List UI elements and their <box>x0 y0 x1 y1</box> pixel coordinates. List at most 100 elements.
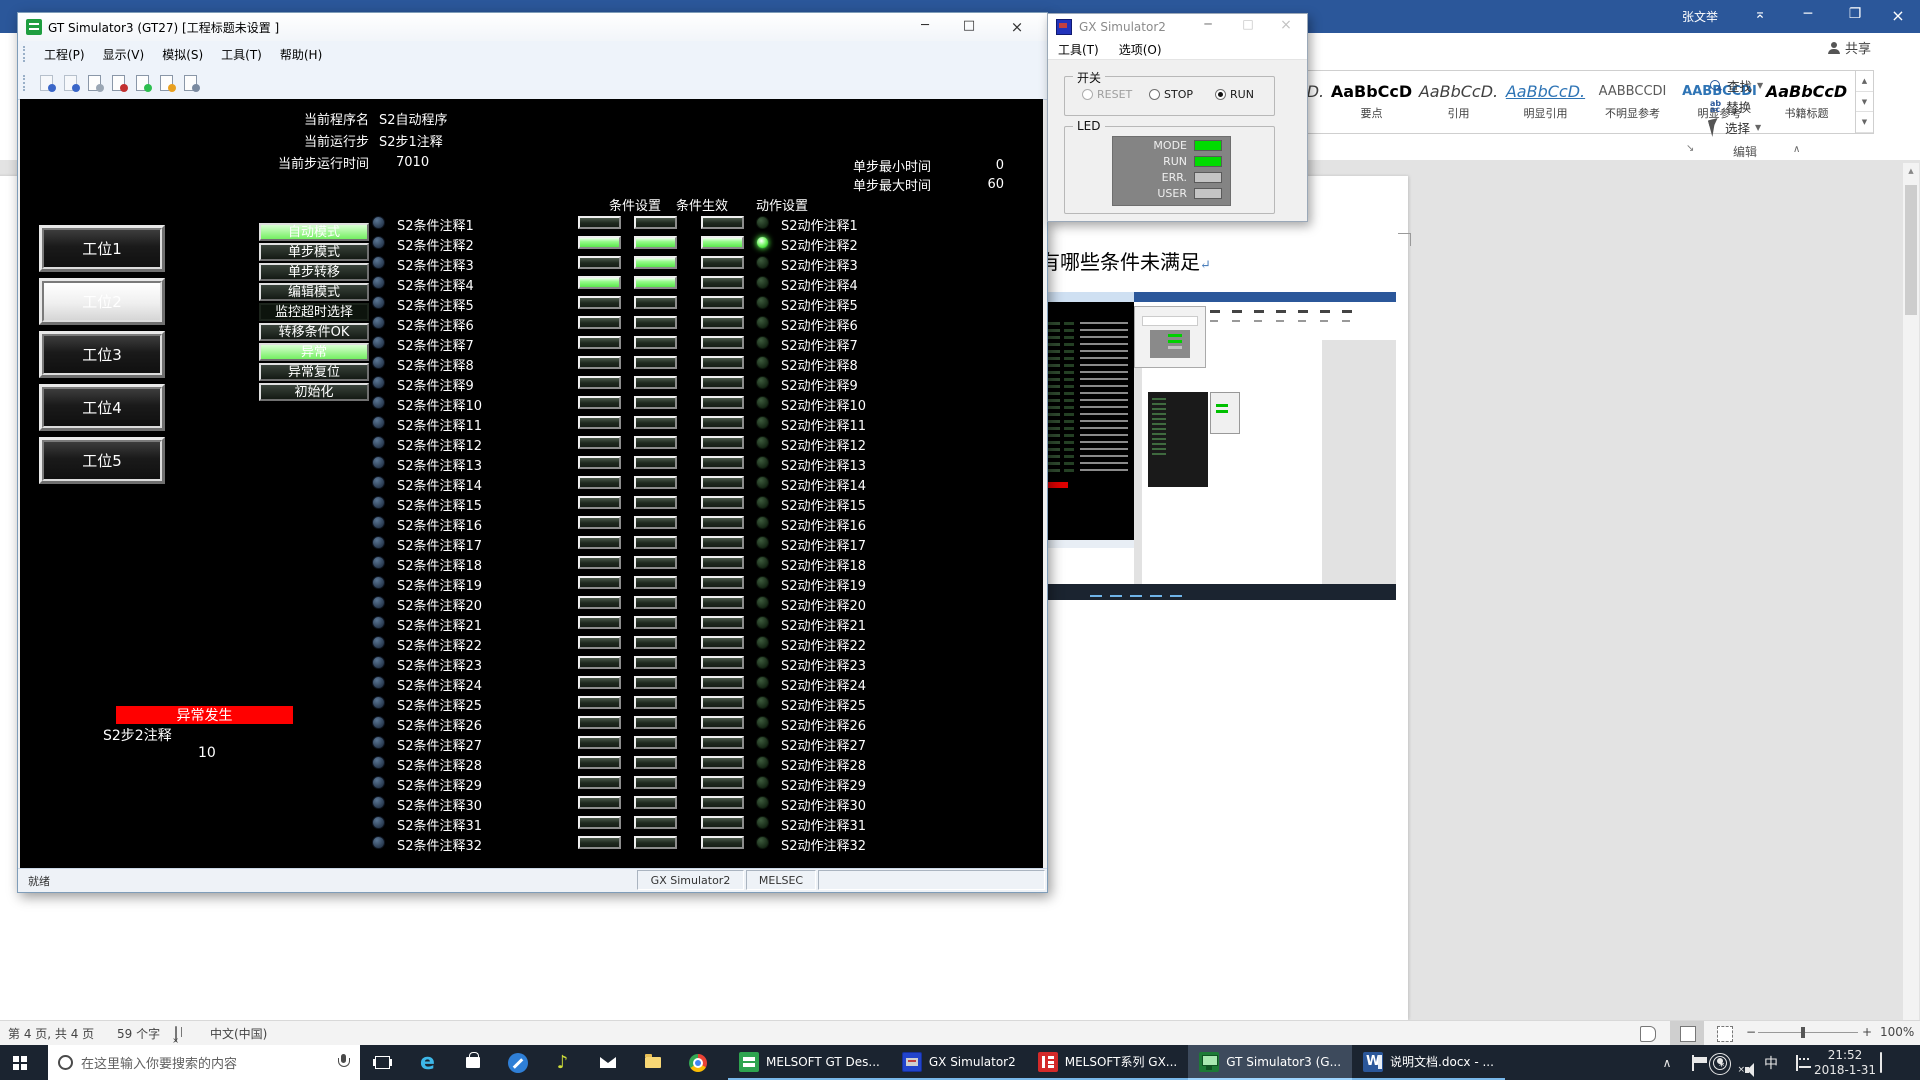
music-icon[interactable]: ♪ <box>540 1045 585 1080</box>
task-view-icon[interactable] <box>360 1045 405 1080</box>
start-button[interactable] <box>0 1045 48 1080</box>
action-led <box>756 576 769 589</box>
gt-close-button[interactable]: × <box>999 18 1035 36</box>
mail-icon[interactable] <box>585 1045 630 1080</box>
tray-chevron-up-icon[interactable]: ∧ <box>1654 1056 1680 1070</box>
settings-icon[interactable] <box>495 1045 540 1080</box>
table-row: S2条件注释20S2动作注释20 <box>20 593 1043 613</box>
store-icon[interactable] <box>450 1045 495 1080</box>
ribbon-display-options-icon[interactable]: ⌅ <box>1745 6 1775 22</box>
battery-icon[interactable] <box>1680 1056 1706 1070</box>
read-mode-icon[interactable] <box>1640 1026 1656 1042</box>
ribbon-collapse-icon[interactable]: ∧ <box>1793 144 1800 155</box>
web-layout-icon[interactable] <box>1717 1026 1733 1042</box>
file-explorer-icon[interactable] <box>630 1045 675 1080</box>
table-row: S2条件注释19S2动作注释19 <box>20 573 1043 593</box>
action-led <box>756 296 769 309</box>
action-label: S2动作注释16 <box>781 515 866 534</box>
gt-menu-item[interactable]: 模拟(S) <box>153 46 212 63</box>
save-project-icon[interactable] <box>61 73 81 93</box>
select-button[interactable]: 选择 ▼ <box>1710 117 1810 138</box>
gallery-scroll-down-icon[interactable]: ▼ <box>1856 92 1873 113</box>
radio-run[interactable]: RUN <box>1215 88 1254 101</box>
gt-minimize-button[interactable]: ─ <box>907 18 943 33</box>
start-simulation-icon[interactable] <box>85 73 105 93</box>
drawing-software-icon[interactable] <box>133 73 153 93</box>
word-close-button[interactable]: × <box>1883 6 1913 25</box>
gallery-scroll-up-icon[interactable]: ▲ <box>1856 71 1873 92</box>
gx-menu-item[interactable]: 工具(T) <box>1048 41 1109 58</box>
styles-gallery-scrollbar[interactable]: ▲ ▼ ▼ <box>1856 70 1874 134</box>
hmi-info-row: 当前运行步S2步1注释 <box>140 129 448 151</box>
taskbar-app-button[interactable]: GT Simulator3 (G... <box>1188 1045 1352 1080</box>
gt-title-bar[interactable]: GT Simulator3 (GT27) [工程标题未设置 ] ─ □ × <box>18 13 1047 41</box>
radio-stop[interactable]: STOP <box>1149 88 1193 101</box>
gt-menu-item[interactable]: 工程(P) <box>35 46 94 63</box>
scrollbar-thumb[interactable] <box>1905 185 1917 315</box>
taskbar-app-button[interactable]: 说明文档.docx - ... <box>1352 1045 1505 1080</box>
word-user-name[interactable]: 张文举 <box>1682 8 1718 25</box>
table-row: S2条件注释8S2动作注释8 <box>20 353 1043 373</box>
gallery-more-icon[interactable]: ▼ <box>1856 112 1873 133</box>
option-icon[interactable] <box>181 73 201 93</box>
zoom-slider-thumb[interactable] <box>1801 1027 1805 1038</box>
condition-set-indicator <box>578 236 621 249</box>
ime-indicator[interactable]: 中 <box>1758 1053 1784 1073</box>
action-led <box>756 536 769 549</box>
person-icon <box>1828 42 1840 54</box>
zoom-level[interactable]: 100% <box>1880 1025 1914 1039</box>
gt-menu-item[interactable]: 工具(T) <box>212 46 271 63</box>
language-indicator[interactable]: 中文(中国) <box>210 1025 267 1042</box>
touch-keyboard-icon[interactable] <box>1784 1056 1810 1070</box>
embedded-screenshot-image[interactable] <box>1030 292 1396 600</box>
style-item[interactable]: AABBCCDI不明显参考 <box>1589 71 1676 133</box>
condition-label: S2条件注释13 <box>397 455 482 474</box>
print-layout-icon[interactable] <box>1680 1026 1696 1042</box>
gt-menu-item[interactable]: 显示(V) <box>94 46 154 63</box>
styles-dialog-launcher-icon[interactable]: ↘ <box>1686 143 1694 154</box>
stop-simulation-icon[interactable] <box>109 73 129 93</box>
document-text-line[interactable]: 有哪些条件未满足↵ <box>1040 246 1211 275</box>
style-item[interactable]: AaBbCcD要点 <box>1328 71 1415 133</box>
word-minimize-button[interactable]: ─ <box>1793 6 1823 22</box>
gt-menu-item[interactable]: 帮助(H) <box>271 46 331 63</box>
gx-minimize-button[interactable]: ─ <box>1193 17 1223 31</box>
taskbar-app-button[interactable]: MELSOFT系列 GX... <box>1027 1045 1188 1080</box>
page-indicator[interactable]: 第 4 页, 共 4 页 <box>8 1025 94 1042</box>
device-monitor-icon[interactable] <box>157 73 177 93</box>
find-button[interactable]: 查找 ▼ <box>1710 75 1810 96</box>
word-count[interactable]: 59 个字 <box>117 1025 160 1042</box>
open-project-icon[interactable] <box>37 73 57 93</box>
condition-active-indicator <box>634 476 677 489</box>
vertical-scrollbar[interactable]: ▲ <box>1903 163 1919 1020</box>
taskbar-app-button[interactable]: MELSOFT GT Des... <box>728 1045 891 1080</box>
step-time-label: 单步最小时间 <box>853 156 953 175</box>
edge-icon[interactable]: e <box>405 1045 450 1080</box>
condition-label: S2条件注释7 <box>397 335 474 354</box>
zoom-in-button[interactable]: + <box>1862 1025 1872 1039</box>
zoom-out-button[interactable]: − <box>1746 1025 1756 1039</box>
gx-maximize-button[interactable]: □ <box>1233 17 1263 31</box>
action-center-icon[interactable] <box>1880 1053 1920 1072</box>
taskbar-app-button[interactable]: GX Simulator2 <box>891 1045 1027 1080</box>
condition-set-indicator <box>578 336 621 349</box>
gx-close-button[interactable]: × <box>1271 17 1301 33</box>
share-button[interactable]: 共享 <box>1828 38 1871 57</box>
condition-led <box>372 776 385 789</box>
led-label: USER <box>1157 187 1187 200</box>
gt-maximize-button[interactable]: □ <box>951 18 987 33</box>
chrome-icon[interactable] <box>675 1045 720 1080</box>
style-item[interactable]: AaBbCcD.明显引用 <box>1502 71 1589 133</box>
gx-menu-item[interactable]: 选项(O) <box>1109 41 1172 58</box>
clock[interactable]: 21:52 2018-1-31 <box>1810 1048 1880 1078</box>
proofing-status-icon[interactable] <box>175 1026 177 1042</box>
scroll-up-icon[interactable]: ▲ <box>1903 163 1919 179</box>
style-item[interactable]: AaBbCcD.引用 <box>1415 71 1502 133</box>
replace-button[interactable]: abac 替换 <box>1710 96 1810 117</box>
word-restore-button[interactable]: ❐ <box>1840 6 1870 22</box>
zoom-slider-track[interactable] <box>1758 1032 1858 1033</box>
microphone-icon[interactable] <box>338 1054 350 1071</box>
taskbar-search-box[interactable]: 在这里输入你要搜索的内容 <box>48 1045 360 1080</box>
share-label: 共享 <box>1845 38 1871 57</box>
gx-title-bar[interactable]: GX Simulator2 ─ □ × <box>1048 14 1307 39</box>
